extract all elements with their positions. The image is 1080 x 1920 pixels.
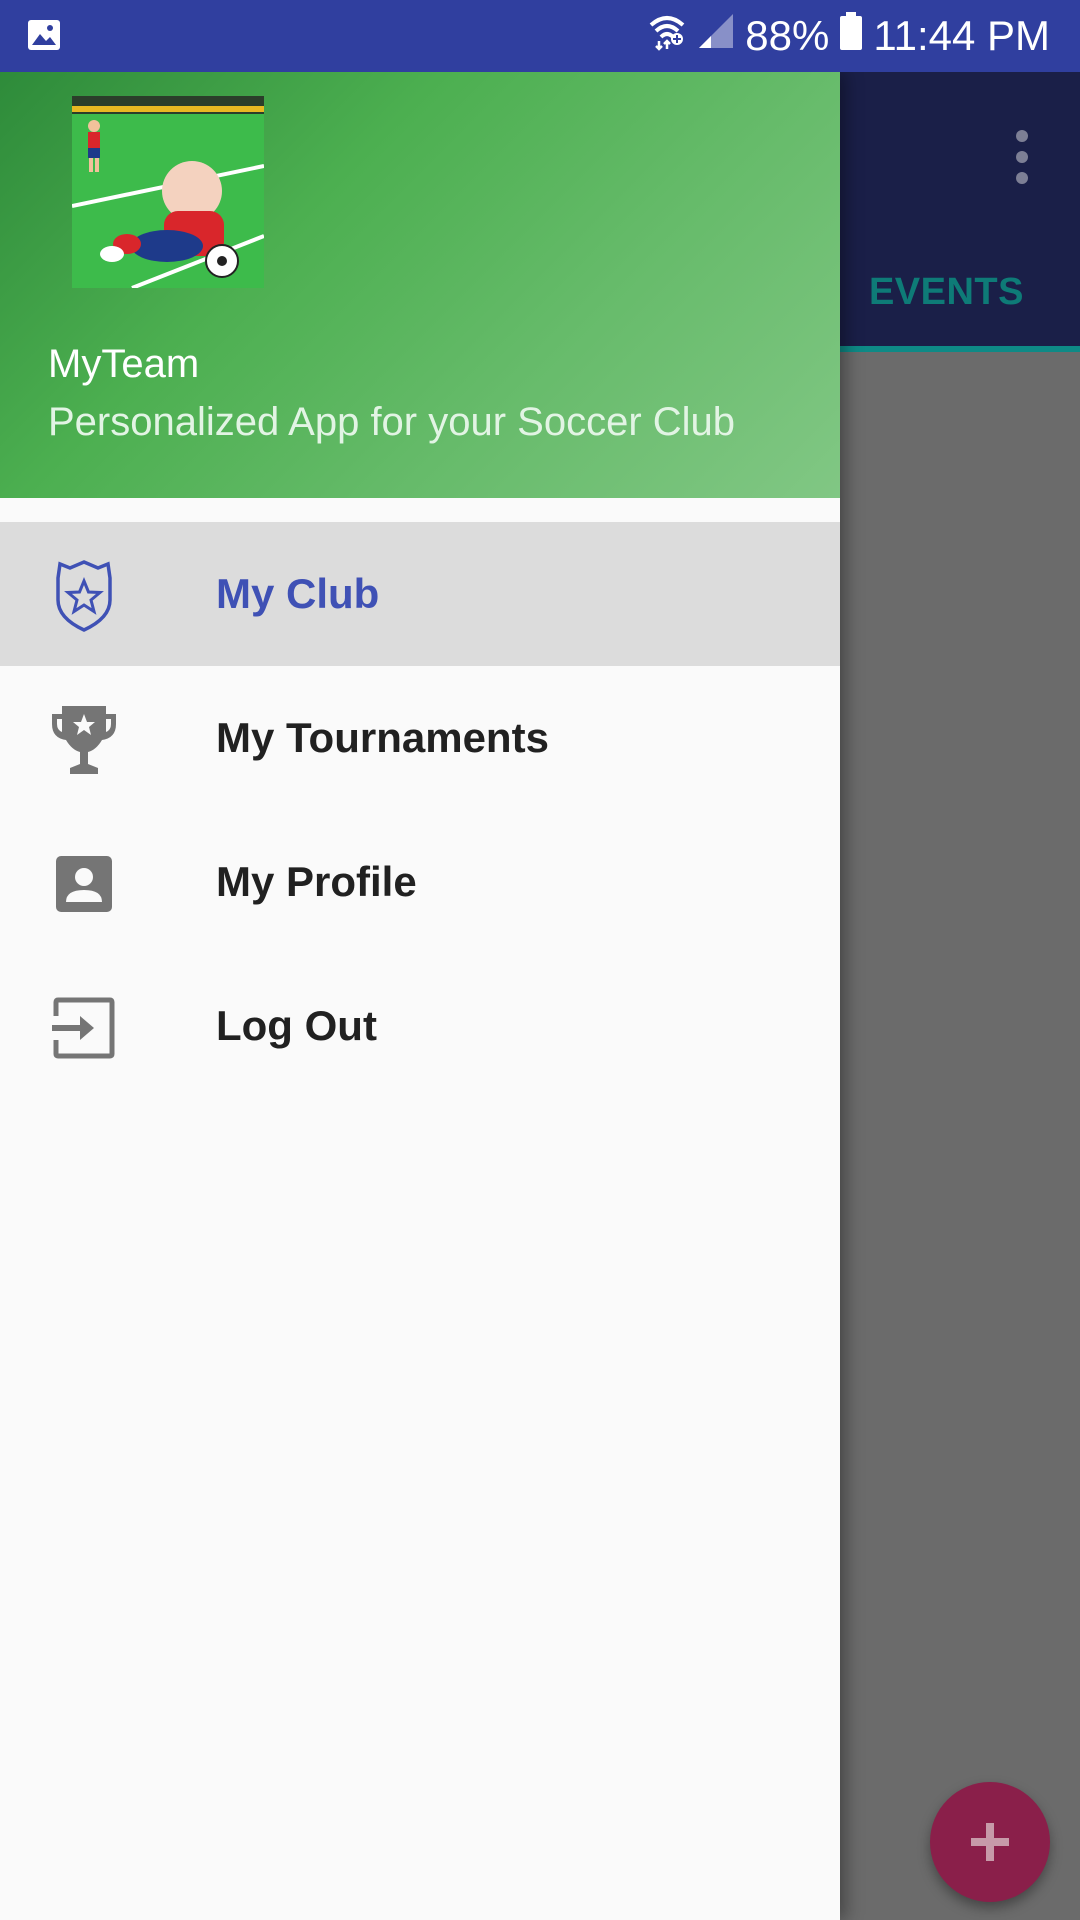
- screen: 88% 11:44 PM EVENTS MyTeam Personalized …: [0, 0, 1080, 1920]
- clock: 11:44 PM: [873, 12, 1050, 59]
- plus-icon: [971, 1823, 1009, 1861]
- status-icons: 88% 11:44 PM: [647, 0, 1050, 72]
- navigation-drawer: MyTeam Personalized App for your Soccer …: [0, 72, 840, 1920]
- menu-item-my-club[interactable]: My Club: [0, 522, 840, 666]
- drawer-title: MyTeam: [48, 342, 200, 386]
- trophy-icon: [44, 700, 124, 780]
- gallery-notification-icon: [26, 18, 62, 57]
- menu-item-my-tournaments[interactable]: My Tournaments: [0, 666, 840, 810]
- shield-star-icon: [44, 556, 124, 636]
- tab-events[interactable]: EVENTS: [869, 242, 1024, 342]
- menu-item-log-out[interactable]: Log Out: [0, 954, 840, 1098]
- wifi-icon: [647, 11, 687, 61]
- signal-icon: [697, 12, 735, 60]
- menu-item-label: My Tournaments: [216, 714, 549, 761]
- drawer-subtitle: Personalized App for your Soccer Club: [48, 400, 736, 444]
- menu-item-label: My Club: [216, 570, 380, 617]
- status-bar: 88% 11:44 PM: [0, 0, 1080, 72]
- menu-item-my-profile[interactable]: My Profile: [0, 810, 840, 954]
- drawer-header: MyTeam Personalized App for your Soccer …: [0, 72, 840, 498]
- battery-text: 88%: [745, 12, 830, 59]
- more-vert-icon[interactable]: [1014, 130, 1030, 184]
- battery-icon: [839, 11, 863, 61]
- logout-icon: [44, 988, 124, 1068]
- contact-card-icon: [44, 844, 124, 924]
- team-logo-image: [72, 96, 264, 288]
- drawer-menu: My Club My Tournaments My Profile Log Ou…: [0, 522, 840, 1098]
- menu-item-label: My Profile: [216, 858, 417, 905]
- add-fab-button[interactable]: [930, 1782, 1050, 1902]
- menu-item-label: Log Out: [216, 1002, 377, 1049]
